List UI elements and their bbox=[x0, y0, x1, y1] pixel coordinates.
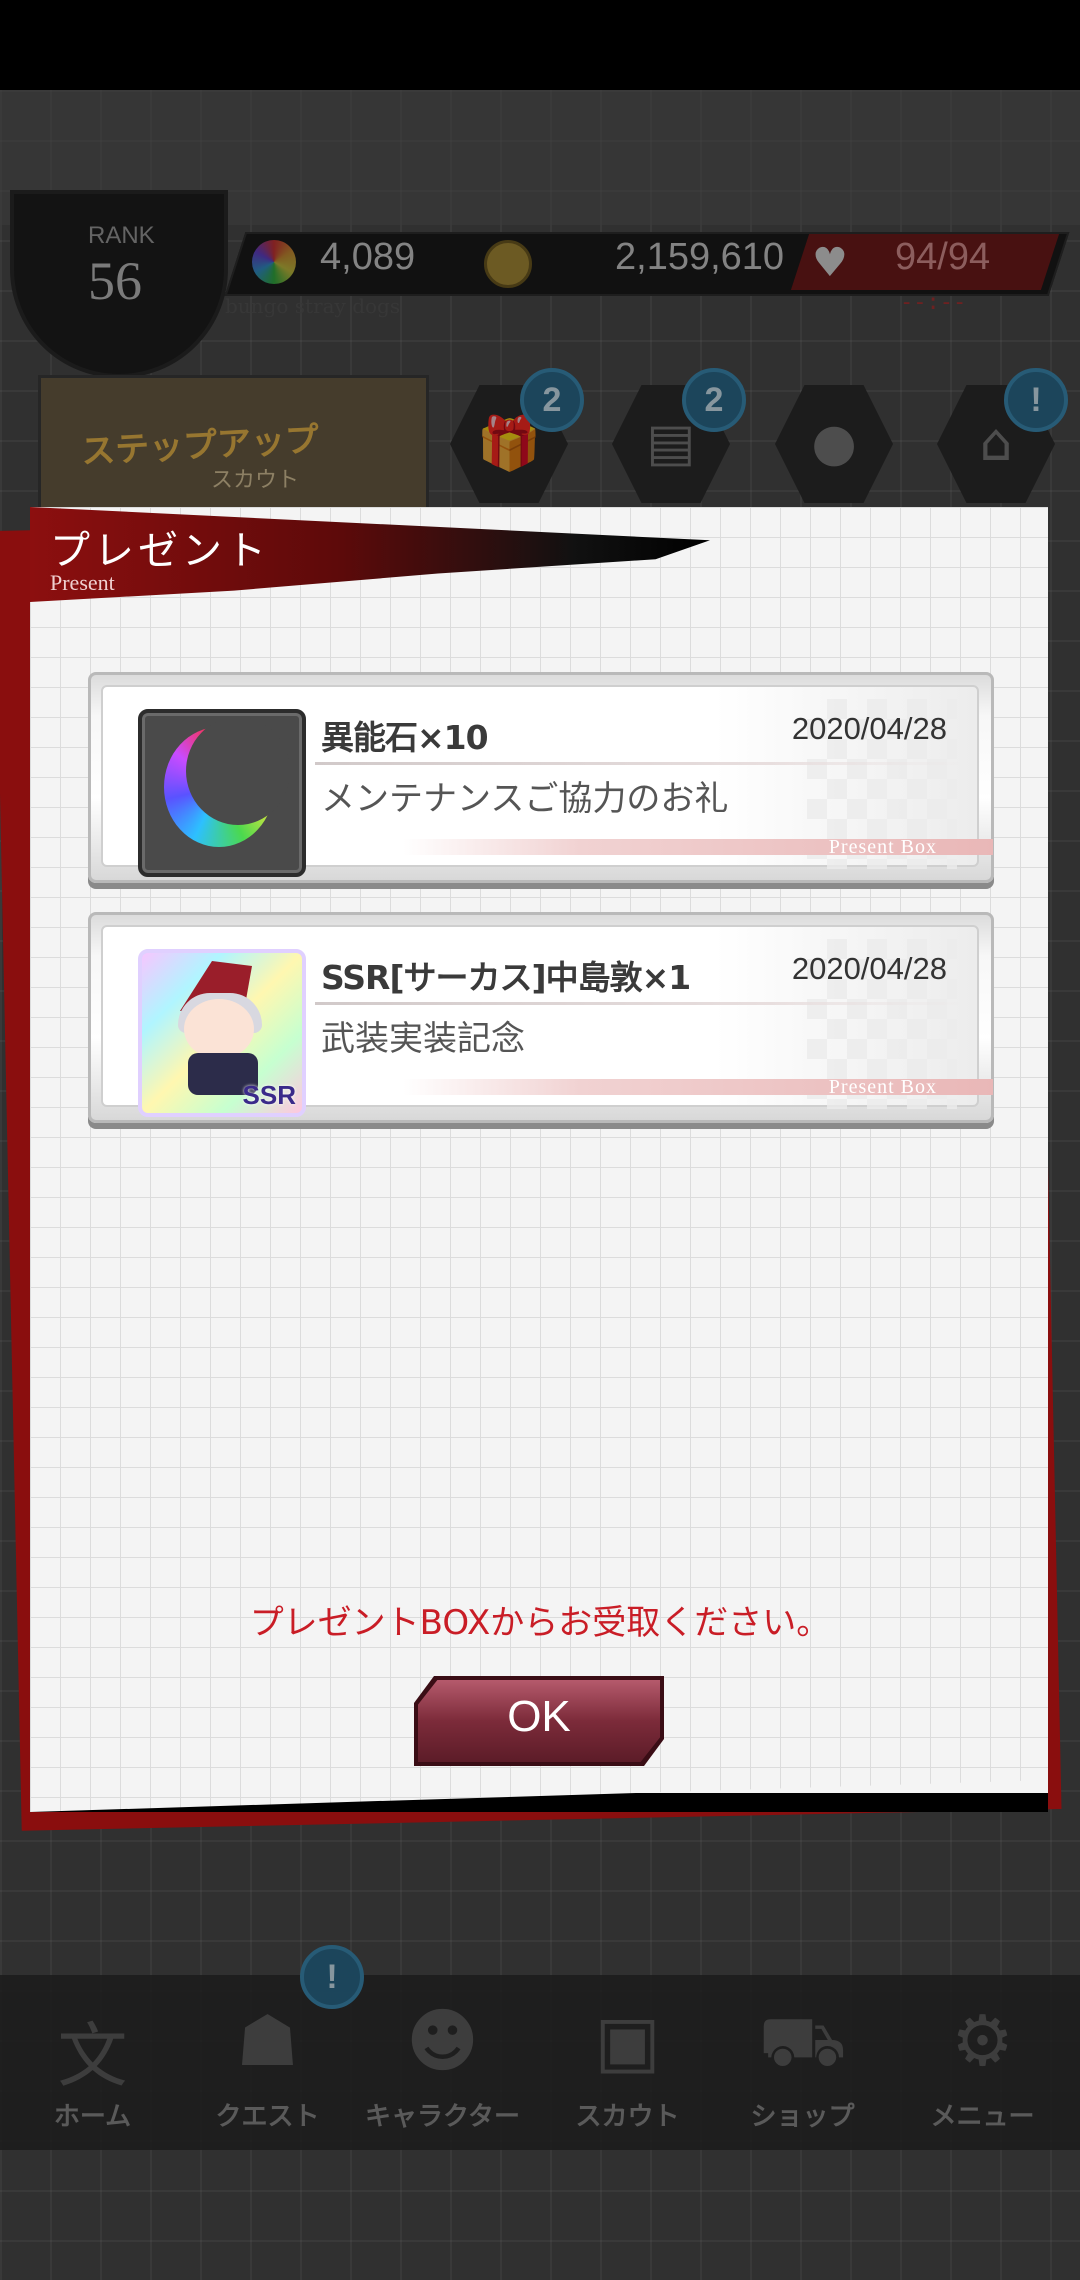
status-bar bbox=[0, 0, 1080, 90]
modal-title: プレゼント bbox=[50, 528, 270, 574]
item-footer-label: Present Box bbox=[828, 1076, 937, 1098]
moon-shadow bbox=[186, 717, 290, 825]
item-footer-label: Present Box bbox=[828, 836, 937, 858]
item-thumbnail bbox=[138, 709, 306, 877]
item-date: 2020/04/28 bbox=[791, 711, 947, 746]
item-divider bbox=[315, 762, 965, 765]
present-item: SSR SSR[サーカス]中島敦×1 2020/04/28 武装実装記念 Pre… bbox=[88, 912, 994, 1123]
present-item-panel: SSR SSR[サーカス]中島敦×1 2020/04/28 武装実装記念 Pre… bbox=[101, 925, 993, 1117]
item-name: 異能石×10 bbox=[321, 718, 489, 757]
present-item-panel: 異能石×10 2020/04/28 メンテナンスご協力のお礼 Present B… bbox=[101, 685, 993, 877]
item-name: SSR[サーカス]中島敦×1 bbox=[321, 958, 691, 997]
modal-subtitle: Present bbox=[50, 570, 115, 595]
item-description: 武装実装記念 bbox=[321, 1019, 525, 1059]
rarity-label: SSR bbox=[242, 1080, 296, 1110]
item-divider bbox=[315, 1002, 965, 1005]
item-description: メンテナンスご協力のお礼 bbox=[321, 779, 729, 819]
present-item: 異能石×10 2020/04/28 メンテナンスご協力のお礼 Present B… bbox=[88, 672, 994, 883]
item-thumbnail: SSR bbox=[138, 949, 306, 1117]
item-date: 2020/04/28 bbox=[791, 951, 947, 986]
character-card-icon bbox=[184, 999, 254, 1059]
notice-text: プレゼントBOXからお受取ください。 bbox=[249, 1603, 831, 1643]
ok-button-label: OK bbox=[507, 1692, 571, 1741]
